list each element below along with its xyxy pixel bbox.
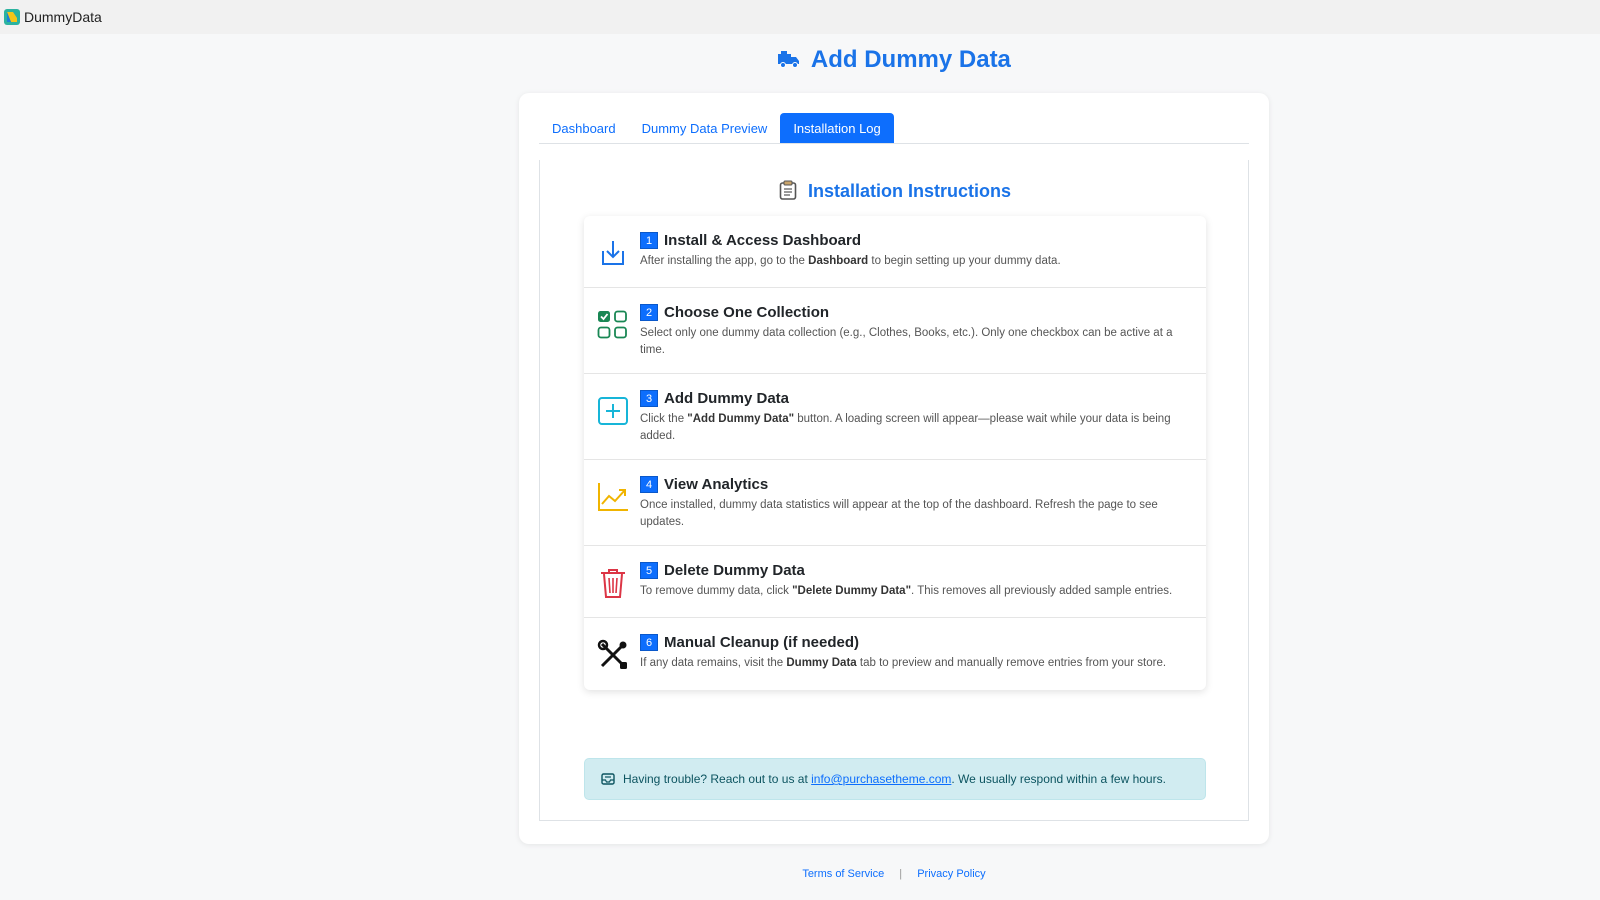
step-number-badge: 1 xyxy=(640,232,658,249)
footer: Terms of Service | Privacy Policy xyxy=(0,868,1600,880)
step-item: 5 Delete Dummy Data To remove dummy data… xyxy=(584,546,1206,618)
chart-line-icon xyxy=(598,483,628,511)
step-description: Select only one dummy data collection (e… xyxy=(640,327,1173,356)
download-icon xyxy=(602,241,624,265)
installation-log-panel: Installation Instructions 1 Install & Ac… xyxy=(539,160,1249,821)
step-number-badge: 2 xyxy=(640,304,658,321)
step-title: Add Dummy Data xyxy=(664,390,790,407)
step-description: To remove dummy data, click "Delete Dumm… xyxy=(640,585,1173,597)
step-number-badge: 3 xyxy=(640,390,658,407)
step-title: Install & Access Dashboard xyxy=(664,232,862,249)
tab-dummy-data-preview[interactable]: Dummy Data Preview xyxy=(629,113,781,143)
instructions-title-text: Installation Instructions xyxy=(807,181,1012,201)
inbox-tray-icon xyxy=(601,773,615,785)
app-name: DummyData xyxy=(24,9,102,25)
tools-icon xyxy=(597,639,627,669)
trash-icon xyxy=(601,569,625,598)
tab-installation-log[interactable]: Installation Log xyxy=(780,113,894,143)
step-item: 6 Manual Cleanup (if needed) If any data… xyxy=(584,618,1206,690)
step-number-badge: 6 xyxy=(640,634,658,651)
support-alert: Having trouble? Reach out to us at info@… xyxy=(584,758,1206,800)
step-number-badge: 4 xyxy=(640,476,658,493)
step-number-badge: 5 xyxy=(640,562,658,579)
privacy-policy-link[interactable]: Privacy Policy xyxy=(917,868,985,880)
app-topbar: DummyData xyxy=(0,0,1600,34)
tab-bar: Dashboard Dummy Data Preview Installatio… xyxy=(539,113,1249,144)
step-description: Once installed, dummy data statistics wi… xyxy=(640,499,1158,528)
plus-square-icon xyxy=(598,397,628,425)
steps-list: 1 Install & Access Dashboard After insta… xyxy=(584,216,1206,690)
main-card: Dashboard Dummy Data Preview Installatio… xyxy=(519,93,1269,844)
checkbox-grid-icon xyxy=(597,310,627,339)
step-title: View Analytics xyxy=(664,476,769,493)
step-description: If any data remains, visit the Dummy Dat… xyxy=(640,657,1167,669)
step-item: 2 Choose One Collection Select only one … xyxy=(584,288,1206,374)
instructions-title: Installation Instructions xyxy=(540,180,1250,202)
footer-separator: | xyxy=(899,868,903,880)
truck-icon xyxy=(778,51,800,68)
clipboard-icon xyxy=(779,180,797,200)
app-logo-icon xyxy=(4,9,20,25)
step-item: 4 View Analytics Once installed, dummy d… xyxy=(584,460,1206,546)
step-item: 1 Install & Access Dashboard After insta… xyxy=(584,216,1206,288)
step-title: Manual Cleanup (if needed) xyxy=(664,634,860,651)
page-title-text: Add Dummy Data xyxy=(810,46,1011,73)
step-description: Click the "Add Dummy Data" button. A loa… xyxy=(640,413,1171,442)
page-title: Add Dummy Data xyxy=(0,46,1600,74)
tab-dashboard[interactable]: Dashboard xyxy=(539,113,629,143)
terms-of-service-link[interactable]: Terms of Service xyxy=(802,868,884,880)
step-title: Delete Dummy Data xyxy=(664,562,805,579)
step-description: After installing the app, go to the Dash… xyxy=(640,255,1061,267)
step-title: Choose One Collection xyxy=(664,304,830,321)
step-item: 3 Add Dummy Data Click the "Add Dummy Da… xyxy=(584,374,1206,460)
support-email-link[interactable]: info@purchasetheme.com xyxy=(811,772,951,786)
support-text: Having trouble? Reach out to us at info@… xyxy=(623,772,1166,786)
